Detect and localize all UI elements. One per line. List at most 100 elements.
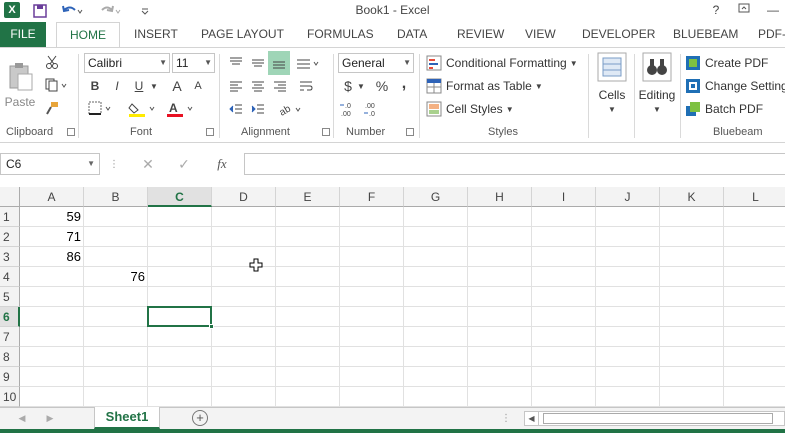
column-header-k[interactable]: K <box>660 187 724 207</box>
tab-view[interactable]: VIEW <box>525 22 556 47</box>
tab-page-layout[interactable]: PAGE LAYOUT <box>201 22 284 47</box>
row-header-3[interactable]: 3 <box>0 247 20 267</box>
align-left-icon[interactable] <box>226 76 246 96</box>
name-box[interactable]: C6 ▼ <box>0 153 100 175</box>
format-as-table-button[interactable]: Format as Table ▼ <box>426 76 543 96</box>
number-format-select[interactable]: General ▼ <box>338 53 414 73</box>
new-sheet-button[interactable]: + <box>192 410 208 426</box>
clipboard-launcher-icon[interactable] <box>67 128 75 136</box>
tab-split-grip-icon[interactable]: ⋮ <box>501 411 511 425</box>
middle-align-icon[interactable] <box>248 53 268 73</box>
editing-button[interactable]: Editing ▼ <box>637 52 677 122</box>
format-painter-icon[interactable] <box>42 98 62 118</box>
cut-icon[interactable] <box>42 52 62 72</box>
increase-font-size-button[interactable]: A <box>169 77 185 95</box>
cancel-entry-button[interactable]: ✕ <box>138 155 158 173</box>
decrease-indent-icon[interactable] <box>226 99 246 119</box>
scroll-left-icon[interactable]: ◀ <box>525 412 539 425</box>
accounting-dropdown-icon[interactable]: ▼ <box>356 77 366 95</box>
column-header-d[interactable]: D <box>212 187 276 207</box>
row-header-10[interactable]: 10 <box>0 387 20 407</box>
column-header-c[interactable]: C <box>148 187 212 207</box>
batch-pdf-button[interactable]: Batch PDF <box>685 99 763 119</box>
fill-color-icon[interactable] <box>126 99 160 119</box>
copy-icon[interactable] <box>42 75 72 95</box>
column-header-h[interactable]: H <box>468 187 532 207</box>
column-header-f[interactable]: F <box>340 187 404 207</box>
ribbon-display-options-button[interactable] <box>733 1 755 20</box>
font-color-icon[interactable]: A <box>164 99 198 119</box>
bold-button[interactable]: B <box>86 77 104 95</box>
tab-file[interactable]: FILE <box>0 22 46 47</box>
font-launcher-icon[interactable] <box>206 128 214 136</box>
enter-entry-button[interactable]: ✓ <box>174 155 194 173</box>
column-header-a[interactable]: A <box>20 187 84 207</box>
sheet-tab-sheet1[interactable]: Sheet1 <box>94 407 160 429</box>
font-name-select[interactable]: Calibri ▼ <box>84 53 170 73</box>
tab-home[interactable]: HOME <box>56 22 120 48</box>
tab-pdf[interactable]: PDF- <box>758 22 785 47</box>
row-header-4[interactable]: 4 <box>0 267 20 287</box>
align-right-icon[interactable] <box>270 76 290 96</box>
column-header-b[interactable]: B <box>84 187 148 207</box>
formula-input[interactable] <box>244 153 785 175</box>
horizontal-scrollbar[interactable]: ◀ <box>524 411 785 426</box>
insert-function-button[interactable]: fx <box>212 155 232 173</box>
tab-review[interactable]: REVIEW <box>457 22 504 47</box>
minimize-button[interactable]: — <box>762 1 784 20</box>
column-header-l[interactable]: L <box>724 187 785 207</box>
scroll-sheets-left-icon[interactable]: ◀ <box>16 411 28 425</box>
help-button[interactable]: ? <box>705 1 727 20</box>
column-header-e[interactable]: E <box>276 187 340 207</box>
row-header-8[interactable]: 8 <box>0 347 20 367</box>
horizontal-scrollbar-thumb[interactable] <box>543 413 773 424</box>
underline-button[interactable]: U <box>130 77 148 95</box>
italic-button[interactable]: I <box>108 77 126 95</box>
cell-styles-button[interactable]: Cell Styles ▼ <box>426 99 514 119</box>
underline-dropdown-icon[interactable]: ▼ <box>148 77 160 95</box>
row-header-1[interactable]: 1 <box>0 207 20 227</box>
row-header-5[interactable]: 5 <box>0 287 20 307</box>
tab-data[interactable]: DATA <box>397 22 427 47</box>
tab-bluebeam[interactable]: BLUEBEAM <box>673 22 738 47</box>
column-header-j[interactable]: J <box>596 187 660 207</box>
paste-button[interactable]: Paste <box>4 54 36 116</box>
column-header-i[interactable]: I <box>532 187 596 207</box>
change-settings-button[interactable]: Change Settings <box>685 76 785 96</box>
text-angle-icon[interactable]: ab <box>276 99 306 119</box>
font-size-select[interactable]: 11 ▼ <box>172 53 215 73</box>
row-header-9[interactable]: 9 <box>0 367 20 387</box>
accounting-format-button[interactable]: $ <box>340 77 356 95</box>
cell-a1[interactable]: 59 <box>20 207 84 227</box>
increase-decimal-icon[interactable]: .0.00 <box>338 99 360 119</box>
percent-style-button[interactable]: % <box>372 77 392 95</box>
fill-handle[interactable] <box>209 324 214 329</box>
align-center-icon[interactable] <box>248 76 268 96</box>
comma-style-button[interactable]: , <box>396 75 412 93</box>
scroll-sheets-right-icon[interactable]: ▶ <box>44 411 56 425</box>
cell-b4[interactable]: 76 <box>84 267 148 287</box>
alignment-launcher-icon[interactable] <box>322 128 330 136</box>
cells-button[interactable]: Cells ▼ <box>594 52 630 122</box>
tab-formulas[interactable]: FORMULAS <box>307 22 374 47</box>
increase-indent-icon[interactable] <box>248 99 268 119</box>
cell-a3[interactable]: 86 <box>20 247 84 267</box>
decrease-decimal-icon[interactable]: .00.0 <box>362 99 384 119</box>
conditional-formatting-button[interactable]: Conditional Formatting ▼ <box>426 53 578 73</box>
orientation-icon[interactable] <box>294 53 324 73</box>
tab-insert[interactable]: INSERT <box>134 22 178 47</box>
tab-developer[interactable]: DEVELOPER <box>582 22 655 47</box>
column-header-g[interactable]: G <box>404 187 468 207</box>
row-header-2[interactable]: 2 <box>0 227 20 247</box>
borders-icon[interactable] <box>86 99 116 117</box>
create-pdf-button[interactable]: Create PDF <box>685 53 768 73</box>
row-header-7[interactable]: 7 <box>0 327 20 347</box>
decrease-font-size-button[interactable]: A <box>190 77 206 95</box>
wrap-text-icon[interactable] <box>296 76 316 96</box>
top-align-icon[interactable] <box>226 53 246 73</box>
select-all-corner[interactable] <box>0 187 20 207</box>
bottom-align-icon[interactable] <box>268 51 290 75</box>
cell-a2[interactable]: 71 <box>20 227 84 247</box>
number-launcher-icon[interactable] <box>406 128 414 136</box>
active-cell-selection[interactable] <box>147 306 214 329</box>
